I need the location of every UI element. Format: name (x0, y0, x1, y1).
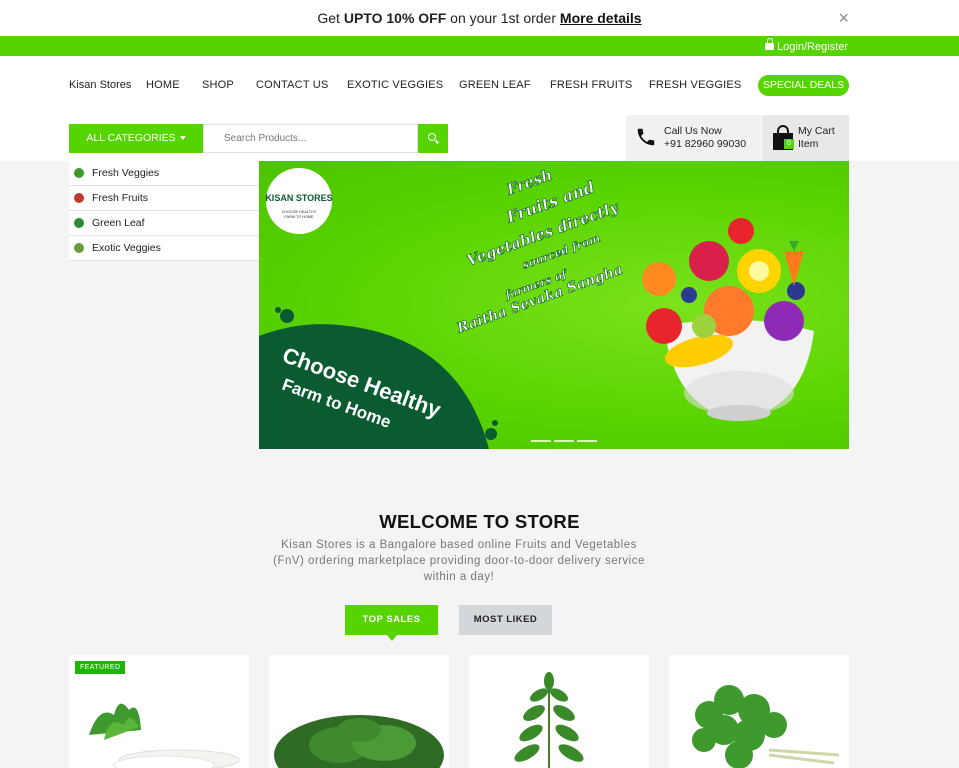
cart-sub-label: Item (798, 138, 819, 150)
carousel-dot[interactable] (577, 440, 597, 442)
nav-shop[interactable]: SHOP (202, 79, 234, 91)
category-item-exotic-veggies[interactable]: Exotic Veggies (69, 236, 259, 261)
all-categories-button[interactable]: ALL CATEGORIES (69, 124, 203, 153)
leaf-icon (74, 218, 84, 228)
all-categories-label: ALL CATEGORIES (86, 132, 176, 144)
tab-top-sales[interactable]: TOP SALES (345, 605, 438, 641)
cart-count-badge: 0 (784, 139, 794, 149)
decor-dot (485, 428, 497, 440)
logo-tagline-2: FARM TO HOME (284, 215, 314, 219)
product-card[interactable] (469, 655, 649, 768)
logo-title: KISAN STORES (265, 193, 332, 203)
search-input[interactable] (203, 124, 418, 153)
curry-leaves-image (514, 672, 584, 768)
exotic-icon (74, 243, 84, 253)
category-list: Fresh Veggies Fresh Fruits Green Leaf Ex… (69, 161, 259, 261)
spinach-image (274, 715, 444, 768)
category-label: Fresh Fruits (92, 192, 149, 204)
lock-icon (765, 38, 775, 50)
script-line-6: Raitha Sevaka Sangha (454, 262, 625, 337)
carousel-dot[interactable] (531, 440, 551, 442)
fruit-bowl-illustration (642, 218, 814, 421)
decor-dot (280, 309, 294, 323)
top-bar: Login/Register (0, 36, 959, 56)
category-label: Exotic Veggies (92, 242, 161, 254)
search-icon (428, 133, 436, 141)
category-item-green-leaf[interactable]: Green Leaf (69, 211, 259, 236)
nav-fresh-veggies[interactable]: FRESH VEGGIES (649, 79, 741, 91)
product-card[interactable] (269, 655, 449, 768)
category-item-fresh-veggies[interactable]: Fresh Veggies (69, 161, 259, 186)
featured-badge: FEATURED (75, 661, 126, 674)
phone-icon (637, 128, 655, 146)
coriander-image (692, 685, 840, 768)
category-label: Green Leaf (92, 217, 145, 229)
call-us-label: Call Us Now (664, 125, 722, 137)
welcome-title: WELCOME TO STORE (379, 511, 580, 532)
decor-dot (492, 420, 498, 426)
special-deals-button[interactable]: SPECIAL DEALS (758, 75, 849, 96)
cart-label: My Cart (798, 125, 835, 137)
login-label: Login/Register (777, 41, 848, 53)
brand-name[interactable]: Kisan Stores (69, 79, 131, 91)
welcome-description: Kisan Stores is a Bangalore based online… (273, 539, 645, 583)
nav-exotic-veggies[interactable]: EXOTIC VEGGIES (347, 79, 443, 91)
carousel-dots[interactable] (531, 429, 600, 447)
decor-dot (275, 307, 281, 313)
nav-contact-us[interactable]: CONTACT US (256, 79, 329, 91)
promo-text-before: Get (317, 10, 344, 26)
nav-green-leaf[interactable]: GREEN LEAF (459, 79, 531, 91)
header: Kisan Stores HOME SHOP CONTACT US EXOTIC… (0, 56, 959, 161)
product-card[interactable]: FEATURED (69, 655, 249, 768)
nav-home[interactable]: HOME (146, 79, 180, 91)
tab-most-liked[interactable]: MOST LIKED (459, 605, 552, 635)
chevron-down-icon (179, 136, 186, 141)
category-item-fresh-fruits[interactable]: Fresh Fruits (69, 186, 259, 211)
cart-box[interactable]: 0 My Cart Item (762, 115, 849, 161)
banner-artwork: KISAN STORES CHOOSE HEALTHY FARM TO HOME… (259, 165, 814, 449)
search-button[interactable] (418, 124, 448, 153)
veggie-icon (74, 168, 84, 178)
promo-text-after: on your 1st order (446, 10, 560, 26)
login-register-link[interactable]: Login/Register (765, 36, 848, 58)
hero-banner[interactable]: KISAN STORES CHOOSE HEALTHY FARM TO HOME… (259, 161, 849, 449)
fruit-icon (74, 193, 84, 203)
promo-details-link[interactable]: More details (560, 10, 642, 26)
call-us-box[interactable]: Call Us Now +91 82960 99030 (626, 115, 761, 161)
product-card[interactable] (669, 655, 849, 768)
phone-number: +91 82960 99030 (664, 138, 747, 150)
close-icon[interactable]: × (838, 0, 849, 36)
promo-highlight: UPTO 10% OFF (343, 10, 447, 26)
logo-tagline-1: CHOOSE HEALTHY (282, 210, 317, 214)
carousel-dot[interactable] (554, 440, 574, 442)
nav-fresh-fruits[interactable]: FRESH FRUITS (550, 79, 632, 91)
promo-bar: Get UPTO 10% OFF on your 1st order More … (0, 0, 959, 36)
category-label: Fresh Veggies (92, 167, 160, 179)
